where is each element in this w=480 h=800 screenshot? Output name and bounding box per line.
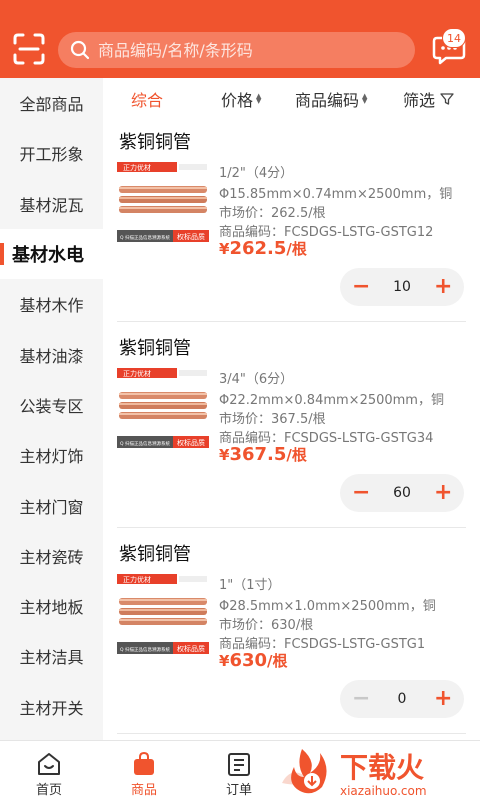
quality-badge-text: 权标品质	[177, 438, 205, 447]
quantity-value[interactable]: 60	[393, 485, 411, 501]
increment-button[interactable]: +	[434, 688, 452, 710]
product-spec: 1/2"（4分）	[219, 166, 294, 181]
watermark-text: 下载火	[340, 751, 424, 784]
tab-orders[interactable]: 订单	[194, 741, 284, 800]
home-icon	[38, 753, 60, 775]
sort-bar: 综合 价格 ▲ ▼ 商品编码 ▲ ▼ 筛选	[103, 78, 480, 116]
price-value: 262.5	[229, 238, 287, 259]
tab-goods[interactable]: 商品	[99, 741, 189, 800]
product-card[interactable]: 紫铜铜管 正力优材 Q 扫描正品信息溯源系统 权标品质	[103, 528, 480, 734]
sidebar-item-flooring[interactable]: 主材地板	[0, 581, 103, 631]
tab-home-label: 首页	[35, 783, 62, 798]
sort-price-label: 价格	[221, 91, 254, 110]
category-sidebar: 全部商品 开工形象 基材泥瓦 基材水电 基材木作 基材油漆 公装专区 主材灯饰 …	[0, 78, 103, 740]
sidebar-item-base-carpentry[interactable]: 基材木作	[0, 279, 103, 329]
sort-code-label: 商品编码	[295, 91, 360, 110]
sidebar-item-doors-windows[interactable]: 主材门窗	[0, 480, 103, 530]
sidebar-item-base-plumbing-electric[interactable]: 基材水电	[0, 228, 103, 280]
product-size: Φ28.5mm×1.0mm×2500mm，铜	[219, 599, 436, 614]
product-price: ¥630/根	[219, 650, 288, 671]
price-value: 630	[229, 650, 268, 671]
product-market-price: 市场价：262.5/根	[219, 206, 326, 221]
quantity-value[interactable]: 0	[398, 691, 407, 707]
product-spec: 3/4"（6分）	[219, 372, 294, 387]
quantity-stepper: − 60 +	[340, 474, 464, 512]
sort-overall-label: 综合	[131, 91, 164, 110]
sidebar-item-opening-image[interactable]: 开工形象	[0, 128, 103, 178]
product-size: Φ22.2mm×0.84mm×2500mm，铜	[219, 393, 444, 408]
trace-bar-text: Q 扫描正品信息溯源系统	[120, 234, 170, 241]
brand-text: 正力优材	[123, 369, 151, 378]
product-market-price: 市场价：367.5/根	[219, 412, 326, 427]
product-market-price: 市场价：630/根	[219, 618, 314, 633]
watermark-logo: 下载火 xiazaihuo.com	[282, 749, 427, 798]
copper-pipe-image: 正力优材 Q 扫描正品信息溯源系统 权标品质	[117, 572, 209, 660]
product-price: ¥262.5/根	[219, 238, 307, 259]
order-list-icon	[228, 753, 250, 776]
quantity-stepper: − 10 +	[340, 268, 464, 306]
quality-badge-text: 权标品质	[177, 644, 205, 653]
scan-icon[interactable]	[12, 32, 46, 66]
app-header: 14	[0, 0, 480, 78]
product-list: 紫铜铜管 正力优材 Q 扫描正品信息溯源系统 权标品质 1/2"（4分） Φ15…	[103, 116, 480, 740]
price-currency: ¥	[219, 652, 230, 670]
divider	[117, 733, 466, 734]
sidebar-item-base-masonry[interactable]: 基材泥瓦	[0, 179, 103, 229]
tab-goods-label: 商品	[130, 783, 157, 798]
product-card[interactable]: 紫铜铜管 正力优材 Q 扫描正品信息溯源系统 权标品质	[103, 322, 480, 528]
price-unit: /根	[286, 240, 307, 258]
quantity-value[interactable]: 10	[393, 279, 411, 295]
trace-bar-text: Q 扫描正品信息溯源系统	[120, 440, 170, 447]
product-size: Φ15.85mm×0.74mm×2500mm，铜	[219, 187, 453, 202]
brand-text: 正力优材	[123, 163, 151, 172]
sidebar-item-tiles[interactable]: 主材瓷砖	[0, 531, 103, 581]
sidebar-item-sanitary[interactable]: 主材洁具	[0, 631, 103, 681]
message-badge: 14	[442, 28, 466, 48]
price-currency: ¥	[219, 446, 230, 464]
increment-button[interactable]: +	[434, 276, 452, 298]
product-title: 紫铜铜管	[119, 544, 191, 565]
sort-code[interactable]: 商品编码 ▲ ▼	[295, 87, 367, 111]
sidebar-item-base-paint[interactable]: 基材油漆	[0, 329, 103, 379]
trace-bar-text: Q 扫描正品信息溯源系统	[120, 646, 170, 653]
quantity-stepper: − 0 +	[340, 680, 464, 718]
shopping-bag-icon	[134, 751, 154, 775]
filter-icon	[440, 93, 454, 105]
product-price: ¥367.5/根	[219, 444, 307, 465]
product-title: 紫铜铜管	[119, 338, 191, 359]
product-spec: 1"（1寸）	[219, 578, 281, 593]
product-title: 紫铜铜管	[119, 132, 191, 153]
price-value: 367.5	[229, 444, 287, 465]
filter-label: 筛选	[403, 91, 436, 110]
sidebar-item-lighting[interactable]: 主材灯饰	[0, 430, 103, 480]
tab-home[interactable]: 首页	[4, 741, 94, 800]
search-icon	[70, 40, 90, 60]
bottom-tab-bar: 首页 商品 订单 下载火 xiazaihuo.com	[0, 740, 480, 800]
price-unit: /根	[267, 652, 288, 670]
copper-pipe-image: 正力优材 Q 扫描正品信息溯源系统 权标品质	[117, 160, 209, 248]
filter-button[interactable]: 筛选	[403, 87, 455, 111]
quality-badge-text: 权标品质	[177, 232, 205, 241]
price-unit: /根	[286, 446, 307, 464]
search-bar[interactable]	[58, 32, 415, 68]
increment-button[interactable]: +	[434, 482, 452, 504]
tab-orders-label: 订单	[225, 783, 252, 798]
sort-arrows-icon: ▲ ▼	[362, 92, 368, 105]
sidebar-item-switches[interactable]: 主材开关	[0, 682, 103, 732]
decrement-button[interactable]: −	[352, 276, 370, 298]
product-card[interactable]: 紫铜铜管 正力优材 Q 扫描正品信息溯源系统 权标品质	[103, 116, 480, 322]
sort-price[interactable]: 价格 ▲ ▼	[221, 87, 261, 111]
sort-arrows-icon: ▲ ▼	[256, 92, 262, 105]
search-input[interactable]	[98, 40, 388, 60]
watermark-domain: xiazaihuo.com	[340, 784, 427, 798]
sort-overall[interactable]: 综合	[131, 87, 163, 111]
copper-pipe-image: 正力优材 Q 扫描正品信息溯源系统 权标品质	[117, 366, 209, 454]
sidebar-item-public-decoration[interactable]: 公装专区	[0, 380, 103, 430]
brand-text: 正力优材	[123, 575, 151, 584]
sidebar-item-all[interactable]: 全部商品	[0, 78, 103, 128]
price-currency: ¥	[219, 240, 230, 258]
decrement-button[interactable]: −	[352, 482, 370, 504]
decrement-button[interactable]: −	[352, 688, 370, 710]
